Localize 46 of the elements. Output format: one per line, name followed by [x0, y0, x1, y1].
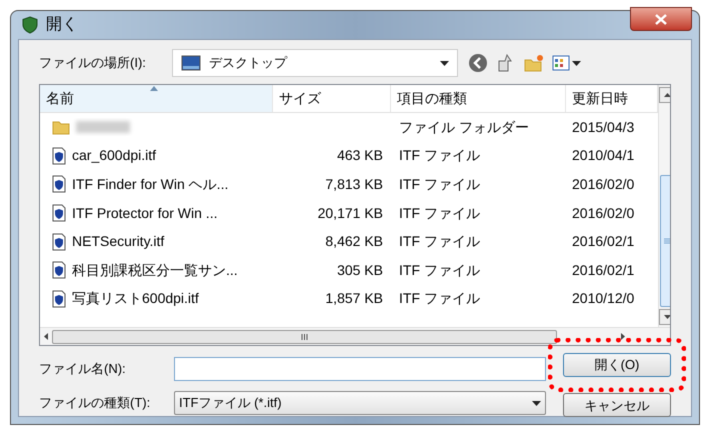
column-header[interactable]: サイズ	[273, 85, 391, 112]
file-type: ITF ファイル	[399, 176, 480, 192]
file-type-label: ファイルの種類(T):	[39, 394, 152, 412]
file-row[interactable]: car_600dpi.itf 463 KB ITF ファイル 2010/04/1	[40, 142, 658, 170]
modified-date: 2010/12/0	[572, 290, 634, 306]
file-row[interactable]: 写真リスト600dpi.itf 1,857 KB ITF ファイル 2010/12/0	[40, 284, 658, 314]
file-size: 7,813 KB	[325, 174, 383, 194]
file-type: ITF ファイル	[399, 233, 480, 250]
file-row[interactable]: ファイル フォルダー 2015/04/3	[40, 113, 658, 142]
file-type-dropdown[interactable]: ITFファイル (*.itf)	[174, 391, 546, 415]
cancel-button[interactable]: キャンセル	[563, 393, 671, 418]
modified-date: 2016/02/0	[572, 176, 634, 192]
file-name: 科目別課税区分一覧サン...	[72, 260, 238, 280]
location-value: デスクトップ	[209, 54, 288, 72]
file-row[interactable]: ITF Finder for Win ヘル... 7,813 KB ITF ファイル 2016/02/0	[40, 170, 658, 199]
file-row[interactable]: ITF Protector for Win ... 20,171 KB ITF ファイル 2016/02/0	[40, 198, 658, 228]
file-type: ITF ファイル	[399, 262, 480, 278]
file-name: NETSecurity.itf	[72, 232, 164, 252]
file-size: 463 KB	[337, 146, 383, 166]
modified-date: 2010/04/1	[572, 147, 634, 164]
file-name: 写真リスト600dpi.itf	[72, 289, 199, 308]
file-name-label: ファイル名(N):	[39, 360, 127, 378]
modified-date: 2016/02/0	[572, 204, 634, 221]
file-type: ITF ファイル	[399, 204, 480, 221]
file-name: ITF Finder for Win ヘル...	[72, 174, 228, 194]
column-header[interactable]: 名前	[40, 85, 273, 112]
file-name: ITF Protector for Win ...	[72, 204, 218, 223]
file-size: 1,857 KB	[325, 289, 383, 308]
file-row[interactable]: NETSecurity.itf 8,462 KB ITF ファイル 2016/02/1	[40, 227, 658, 256]
modified-date: 2016/02/1	[572, 233, 634, 250]
file-row[interactable]: 科目別課税区分一覧サン... 305 KB ITF ファイル 2016/02/1	[40, 256, 658, 285]
location-dropdown[interactable]: デスクトップ	[172, 49, 458, 77]
file-type: ITF ファイル	[399, 290, 480, 306]
file-type-value: ITFファイル (*.itf)	[179, 394, 283, 412]
file-size: 305 KB	[337, 260, 383, 280]
location-label: ファイルの場所(I):	[39, 54, 147, 72]
modified-date: 2016/02/1	[572, 262, 634, 278]
window-title: 開く	[46, 15, 78, 35]
modified-date: 2015/04/3	[572, 118, 634, 135]
file-size: 20,171 KB	[318, 204, 383, 223]
column-header[interactable]: 項目の種類	[391, 85, 566, 112]
file-type: ファイル フォルダー	[399, 118, 529, 135]
file-type: ITF ファイル	[399, 147, 480, 164]
file-size: 8,462 KB	[325, 232, 383, 252]
file-name: car_600dpi.itf	[72, 146, 156, 166]
open-button[interactable]: 開く(O)	[563, 353, 671, 377]
